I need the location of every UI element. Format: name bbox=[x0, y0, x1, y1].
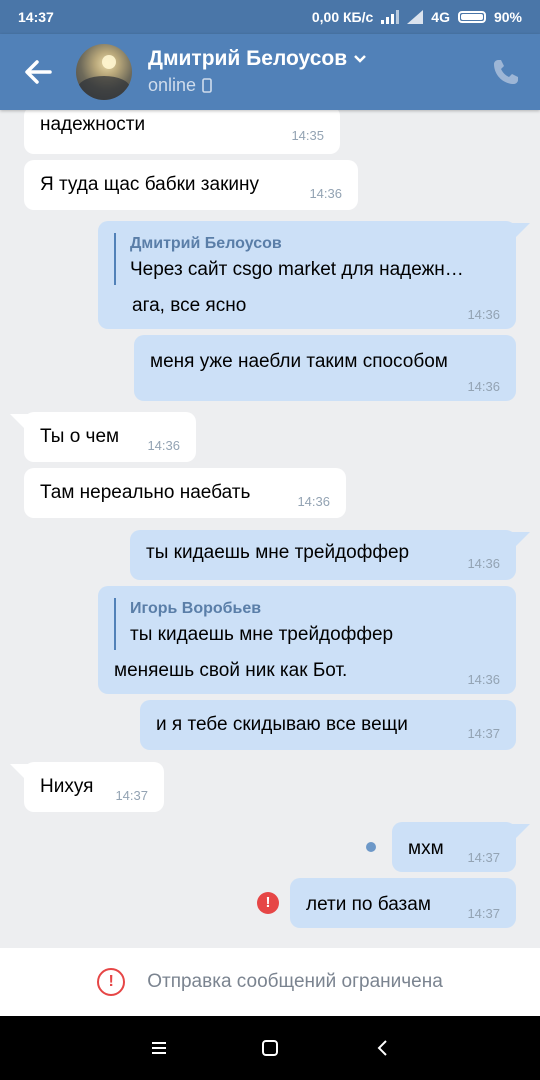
message-text: лети по базам bbox=[306, 894, 431, 915]
status-right: 0,00 КБ/с 4G 90% bbox=[312, 9, 522, 25]
mobile-icon bbox=[202, 78, 212, 93]
message-outgoing[interactable]: ты кидаешь мне трейдоффер 14:36 bbox=[130, 530, 516, 580]
message-list[interactable]: надежности 14:35 Я туда щас бабки закину… bbox=[0, 110, 540, 948]
network-type: 4G bbox=[431, 9, 450, 25]
status-time: 14:37 bbox=[18, 9, 54, 25]
signal-icon-2 bbox=[407, 10, 424, 24]
send-restricted-text: Отправка сообщений ограничена bbox=[147, 971, 443, 992]
message-incoming[interactable]: Ты о чем 14:36 bbox=[24, 412, 196, 462]
message-outgoing[interactable]: Игорь Воробьев ты кидаешь мне трейдоффер… bbox=[98, 586, 516, 694]
message-text: Я туда щас бабки закину bbox=[40, 174, 259, 195]
message-time: 14:36 bbox=[147, 438, 180, 453]
back-arrow-icon[interactable] bbox=[20, 54, 56, 90]
message-time: 14:37 bbox=[115, 788, 148, 803]
message-incoming[interactable]: надежности 14:35 bbox=[24, 110, 340, 154]
message-time: 14:36 bbox=[309, 186, 342, 201]
quote-text: ты кидаешь мне трейдоффер bbox=[130, 624, 394, 645]
online-status: online bbox=[148, 75, 197, 95]
message-time: 14:36 bbox=[467, 556, 500, 571]
message-text: меня уже наебли таким способом bbox=[150, 351, 448, 372]
contact-name-row[interactable]: Дмитрий Белоусов bbox=[148, 47, 367, 71]
message-time: 14:36 bbox=[467, 307, 500, 322]
quote-text: Через сайт csgo market для надежн… bbox=[130, 259, 464, 280]
status-bar: 14:37 0,00 КБ/с 4G 90% bbox=[0, 0, 540, 34]
message-text: меняешь свой ник как Бот. bbox=[114, 660, 348, 681]
reply-quote[interactable]: Игорь Воробьев ты кидаешь мне трейдоффер bbox=[114, 598, 498, 650]
message-text: и я тебе скидываю все вещи bbox=[156, 714, 408, 735]
system-nav-bar bbox=[0, 1016, 540, 1080]
phone-icon[interactable] bbox=[490, 56, 522, 88]
battery-icon bbox=[457, 11, 486, 23]
chevron-down-icon[interactable] bbox=[353, 54, 367, 64]
message-time: 14:37 bbox=[467, 906, 500, 921]
message-time: 14:37 bbox=[467, 726, 500, 741]
message-time: 14:35 bbox=[291, 128, 324, 143]
quote-author: Игорь Воробьев bbox=[130, 600, 262, 617]
error-icon[interactable]: ! bbox=[257, 892, 279, 914]
quote-author: Дмитрий Белоусов bbox=[130, 235, 282, 252]
status-row: online bbox=[148, 75, 212, 96]
message-text: Нихуя bbox=[40, 776, 94, 797]
contact-name[interactable]: Дмитрий Белоусов bbox=[148, 47, 347, 71]
chat-header: Дмитрий Белоусов online bbox=[0, 34, 540, 110]
home-icon[interactable] bbox=[258, 1036, 282, 1060]
message-outgoing[interactable]: мхм 14:37 bbox=[392, 822, 516, 872]
reply-quote[interactable]: Дмитрий Белоусов Через сайт csgo market … bbox=[114, 233, 498, 285]
message-incoming[interactable]: Нихуя 14:37 bbox=[24, 762, 164, 812]
back-nav-icon[interactable] bbox=[371, 1036, 395, 1060]
warning-icon: ! bbox=[97, 968, 126, 996]
message-text: надежности bbox=[40, 114, 146, 135]
message-text: ты кидаешь мне трейдоффер bbox=[146, 542, 410, 563]
message-outgoing[interactable]: и я тебе скидываю все вещи 14:37 bbox=[140, 700, 516, 750]
message-time: 14:36 bbox=[467, 672, 500, 687]
message-outgoing[interactable]: лети по базам 14:37 bbox=[290, 878, 516, 928]
avatar[interactable] bbox=[76, 44, 132, 100]
message-text: Ты о чем bbox=[40, 426, 120, 447]
message-time: 14:37 bbox=[467, 850, 500, 865]
message-text: ага, все ясно bbox=[132, 295, 247, 316]
message-incoming[interactable]: Я туда щас бабки закину 14:36 bbox=[24, 160, 358, 210]
message-time: 14:36 bbox=[297, 494, 330, 509]
unread-dot-icon bbox=[366, 842, 376, 852]
message-outgoing[interactable]: меня уже наебли таким способом 14:36 bbox=[134, 335, 516, 401]
message-outgoing[interactable]: Дмитрий Белоусов Через сайт csgo market … bbox=[98, 221, 516, 329]
signal-icon bbox=[381, 10, 400, 24]
message-text: мхм bbox=[408, 838, 444, 859]
menu-icon[interactable] bbox=[147, 1036, 171, 1060]
message-incoming[interactable]: Там нереально наебать 14:36 bbox=[24, 468, 346, 518]
network-speed: 0,00 КБ/с bbox=[311, 9, 374, 25]
message-time: 14:36 bbox=[467, 379, 500, 394]
send-restricted-banner: ! Отправка сообщений ограничена bbox=[0, 948, 540, 1016]
message-text: Там нереально наебать bbox=[40, 482, 251, 503]
battery-level: 90% bbox=[493, 9, 522, 25]
